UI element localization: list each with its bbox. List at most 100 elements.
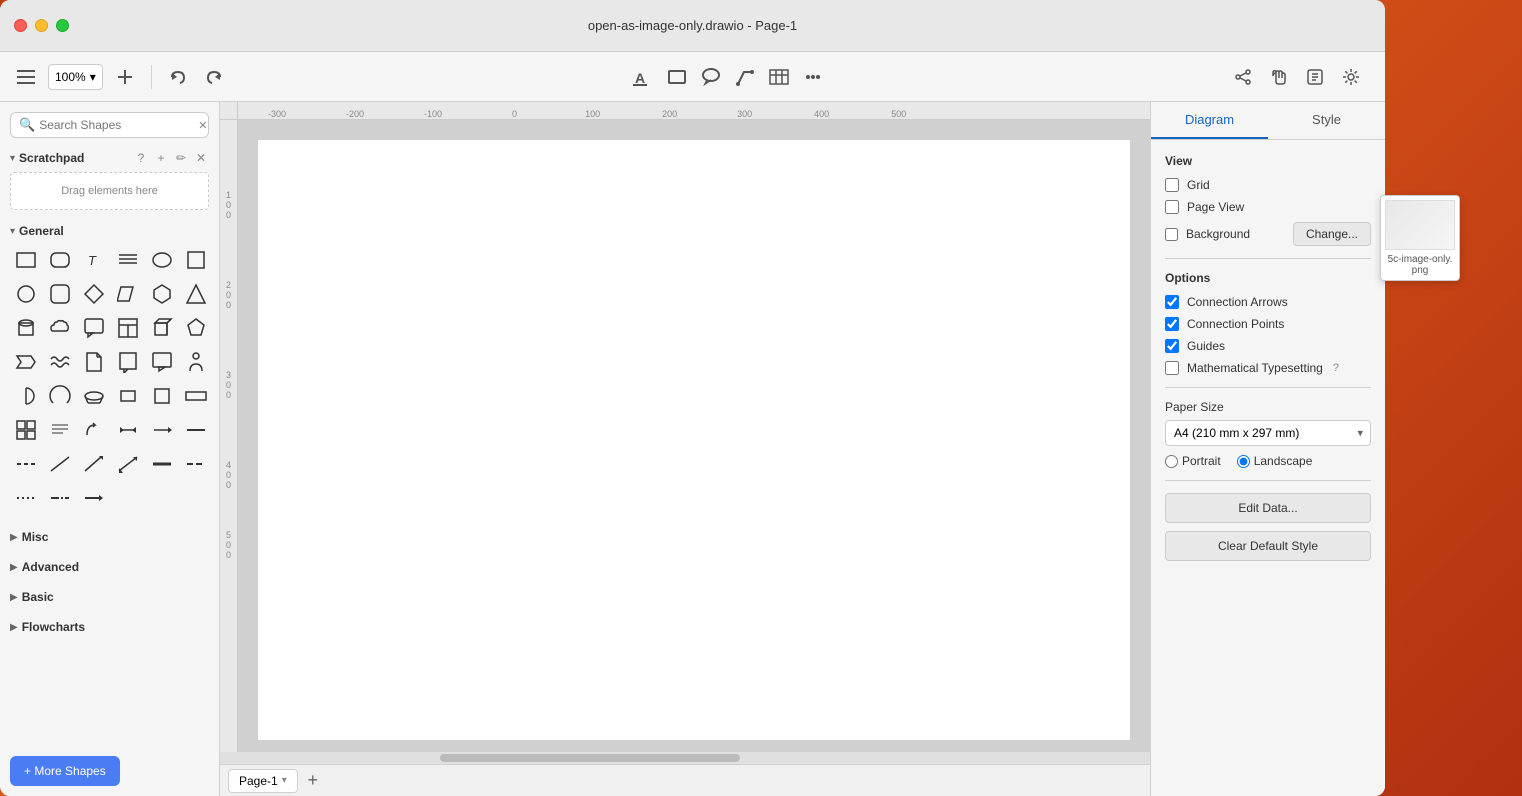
shape-rounded-square[interactable] [44,278,76,310]
more-shapes-button[interactable]: + More Shapes [10,756,120,786]
shape-circle[interactable] [10,278,42,310]
shape-grid-2x2[interactable] [10,414,42,446]
misc-header[interactable]: ▶ Misc [10,522,209,552]
shape-dotted-line[interactable] [10,482,42,514]
portrait-radio[interactable] [1165,455,1178,468]
shape-pentagon[interactable] [180,312,212,344]
shape-wide-rect[interactable] [180,380,212,412]
shape-hexagon[interactable] [146,278,178,310]
scratchpad-header[interactable]: ▾ Scratchpad ? + ✏ ✕ [10,150,209,166]
connector-tool-button[interactable] [731,63,759,91]
paper-size-select[interactable]: A4 (210 mm x 297 mm) A3 (297 mm x 420 mm… [1165,420,1371,446]
shape-box-3d[interactable] [146,312,178,344]
shape-rectangle[interactable] [10,244,42,276]
flowcharts-header[interactable]: ▶ Flowcharts [10,612,209,642]
clear-default-style-button[interactable]: Clear Default Style [1165,531,1371,561]
portrait-radio-label[interactable]: Portrait [1165,454,1221,468]
scratchpad-help-btn[interactable]: ? [133,150,149,166]
search-input[interactable] [39,118,194,132]
speech-tool-button[interactable] [697,63,725,91]
connection-points-checkbox[interactable] [1165,317,1179,331]
shape-line-diag[interactable] [44,448,76,480]
close-button[interactable] [14,19,27,32]
scratchpad-add-btn[interactable]: + [153,150,169,166]
shape-callout-rect[interactable] [146,346,178,378]
landscape-radio[interactable] [1237,455,1250,468]
shape-doc[interactable] [78,346,110,378]
page-tab-1[interactable]: Page-1 ▾ [228,769,298,793]
shape-wave[interactable] [44,346,76,378]
guides-checkbox[interactable] [1165,339,1179,353]
shape-callout[interactable] [78,312,110,344]
shape-cloud[interactable] [44,312,76,344]
shape-line-diag-arrow[interactable] [78,448,110,480]
text-tool-button[interactable]: A [629,63,657,91]
shape-partial-circle[interactable] [44,380,76,412]
zoom-control[interactable]: 100% ▾ [48,64,103,90]
math-typesetting-checkbox[interactable] [1165,361,1179,375]
tab-diagram[interactable]: Diagram [1151,102,1268,139]
edit-data-button[interactable]: Edit Data... [1165,493,1371,523]
change-background-button[interactable]: Change... [1293,222,1371,246]
shape-arrow-right[interactable] [146,414,178,446]
connection-arrows-checkbox[interactable] [1165,295,1179,309]
shape-double-arrow[interactable] [112,414,144,446]
table-tool-button[interactable] [765,63,793,91]
shape-arrow-end-line[interactable] [78,482,110,514]
tab-style[interactable]: Style [1268,102,1385,139]
add-page-tab-button[interactable]: + [302,770,324,792]
hand-tool-button[interactable] [1265,63,1293,91]
shape-diamond[interactable] [78,278,110,310]
share-button[interactable] [1229,63,1257,91]
horizontal-scrollbar[interactable] [220,752,1150,764]
rectangle-tool-button[interactable] [663,63,691,91]
shape-thick-line[interactable] [146,448,178,480]
shape-parallelogram[interactable] [112,278,144,310]
shape-ellipse[interactable] [146,244,178,276]
sidebar-toggle-button[interactable] [12,63,40,91]
pageview-checkbox[interactable] [1165,200,1179,214]
settings-button[interactable] [1337,63,1365,91]
shape-dashed-line-lg[interactable] [180,448,212,480]
canvas-inner[interactable] [258,140,1130,740]
scratchpad-close-btn[interactable]: ✕ [193,150,209,166]
shape-circle-half[interactable] [10,380,42,412]
more-tool-button[interactable] [799,63,827,91]
shape-triangle[interactable] [180,278,212,310]
canvas[interactable] [238,120,1150,752]
shape-rounded-rect[interactable] [44,244,76,276]
minimize-button[interactable] [35,19,48,32]
advanced-header[interactable]: ▶ Advanced [10,552,209,582]
shape-lines[interactable] [112,244,144,276]
shape-chevron[interactable] [10,346,42,378]
shape-table[interactable] [112,312,144,344]
shape-tape[interactable] [78,380,110,412]
shape-lines-small[interactable] [44,414,76,446]
undo-button[interactable] [164,63,192,91]
scratchpad-drop-zone: Drag elements here [10,172,209,210]
shape-small-rect[interactable] [112,380,144,412]
redo-button[interactable] [200,63,228,91]
shape-text[interactable]: T [78,244,110,276]
background-checkbox[interactable] [1165,228,1178,241]
shape-note[interactable] [112,346,144,378]
shape-square[interactable] [180,244,212,276]
landscape-radio-label[interactable]: Landscape [1237,454,1313,468]
shape-line-arrow-both[interactable] [112,448,144,480]
shape-cylinder[interactable] [10,312,42,344]
shape-solid-line[interactable] [180,414,212,446]
edit-style-button[interactable] [1301,63,1329,91]
scratchpad-edit-btn[interactable]: ✏ [173,150,189,166]
shape-dash-dot-line[interactable] [44,482,76,514]
shape-dashed-line-sm[interactable] [10,448,42,480]
add-page-button[interactable] [111,63,139,91]
general-header[interactable]: ▾ General [10,218,209,244]
search-box[interactable]: 🔍 ✕ [10,112,209,138]
shape-person[interactable] [180,346,212,378]
basic-header[interactable]: ▶ Basic [10,582,209,612]
shape-small-square[interactable] [146,380,178,412]
scrollbar-thumb[interactable] [440,754,740,762]
shape-curved-arrow[interactable] [78,414,110,446]
grid-checkbox[interactable] [1165,178,1179,192]
maximize-button[interactable] [56,19,69,32]
